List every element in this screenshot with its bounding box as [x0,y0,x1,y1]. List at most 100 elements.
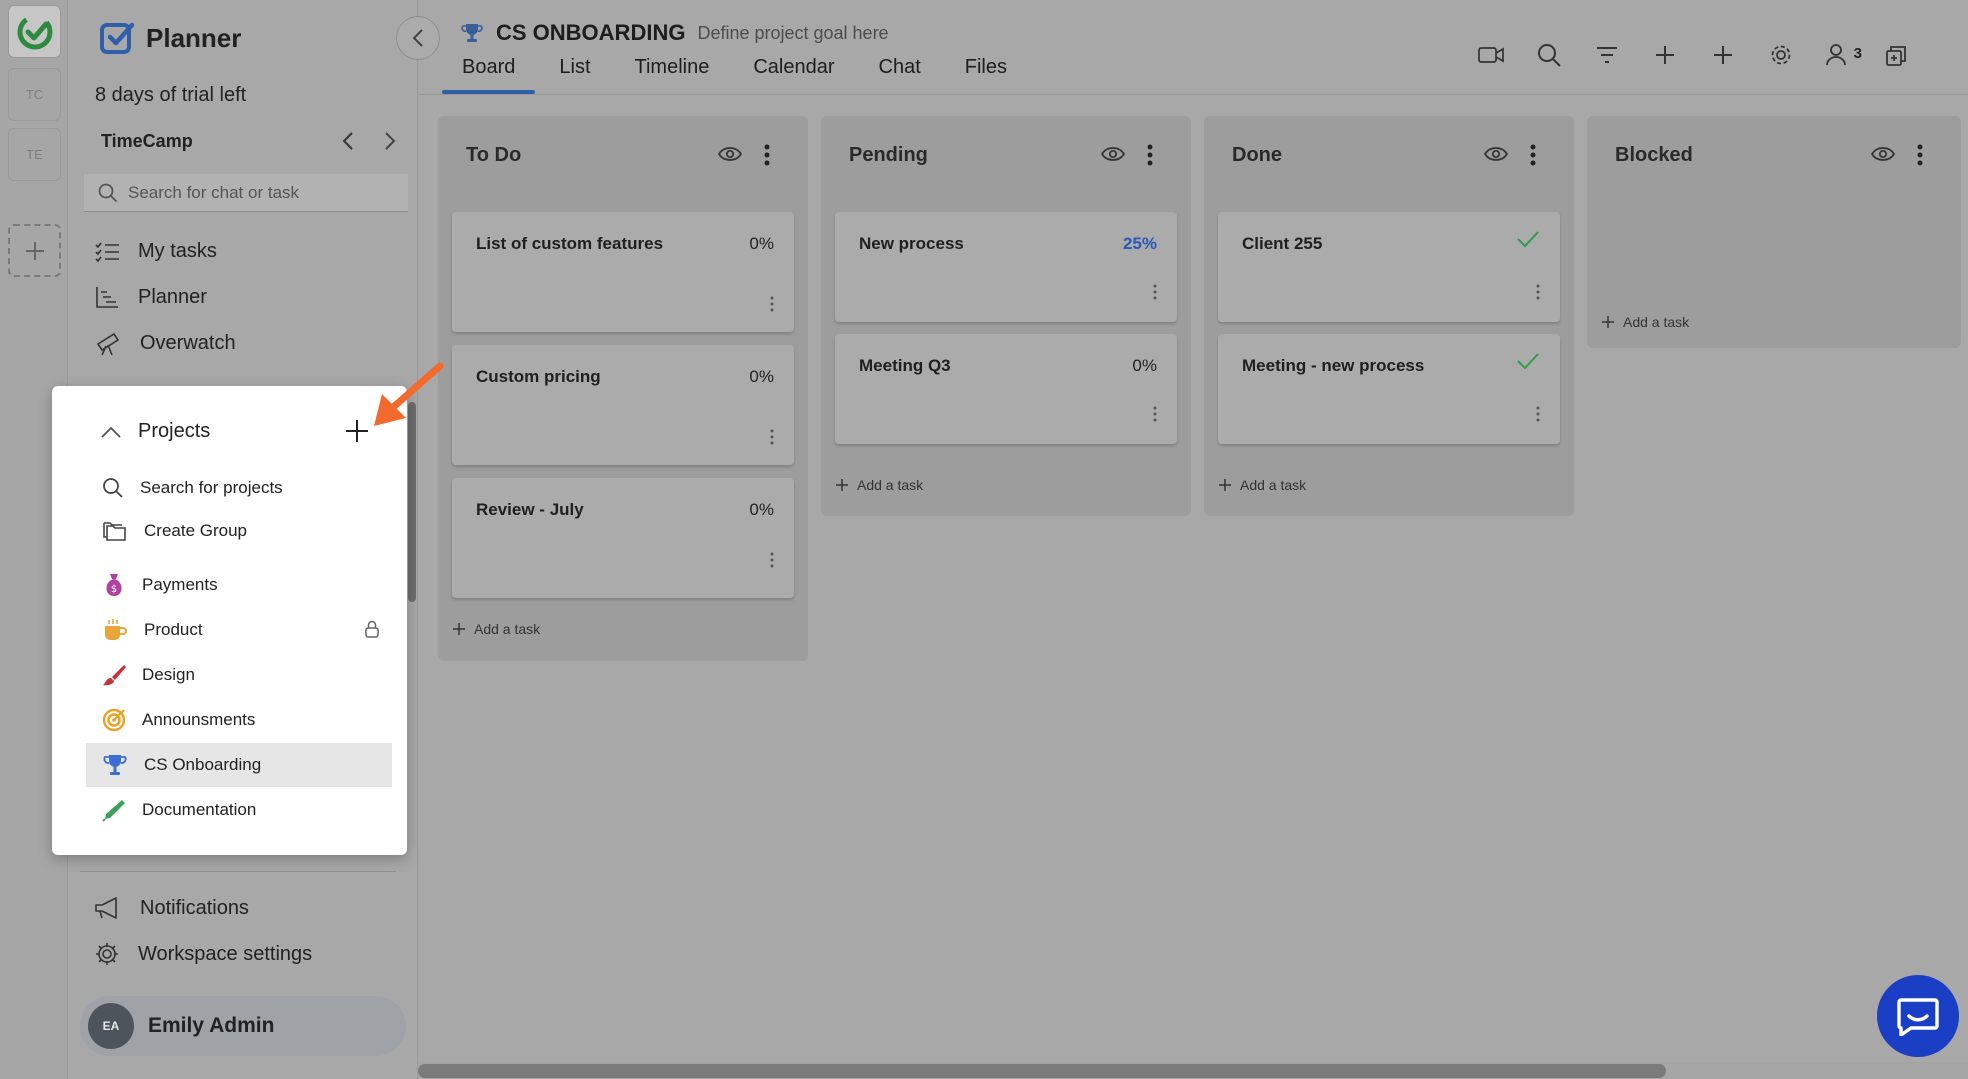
column-visibility-button[interactable] [1871,146,1895,162]
create-group-button[interactable]: Create Group [86,509,392,553]
nav-label: My tasks [138,240,217,262]
nav-item-overwatch[interactable]: Overwatch [94,330,236,356]
gear-icon [96,943,118,965]
coffee-icon [105,619,127,640]
plus-icon [1219,479,1231,491]
brand[interactable]: Planner [100,20,241,56]
column-visibility-button[interactable] [718,146,742,162]
project-item-cs-onboarding[interactable]: CS Onboarding [86,743,392,787]
add-task-button[interactable]: Add a task [1601,314,1689,330]
add-project-button[interactable] [344,418,370,444]
avatar: EA [88,1003,134,1049]
project-item-product[interactable]: Product [86,608,392,652]
task-card[interactable]: Meeting - new process [1218,334,1560,444]
column-menu-button[interactable] [1917,144,1923,166]
task-card[interactable]: New process 25% [835,212,1177,322]
sidebar-scrollbar[interactable] [408,402,416,602]
project-settings-button[interactable] [1766,40,1796,70]
task-card[interactable]: Review - July 0% [452,478,794,598]
search-projects-button[interactable]: Search for projects [86,466,392,510]
project-name: Announsments [142,710,256,729]
nav-item-planner[interactable]: Planner [94,285,207,309]
nav-label: Notifications [140,896,249,919]
add-task-button[interactable]: Add a task [1218,477,1306,493]
board-column-done: Done Client 255 Meeting - new process Ad… [1204,116,1574,516]
task-title: List of custom features [476,234,664,253]
task-card[interactable]: Meeting Q3 0% [835,334,1177,444]
tab-list[interactable]: List [557,56,592,94]
board-horizontal-scrollbar[interactable] [418,1064,1666,1078]
plus-icon [25,241,44,260]
task-title: New process [859,234,964,253]
project-item-payments[interactable]: $ Payments [86,563,392,607]
chat-bubble-icon [1897,998,1939,1036]
workspace-tile-tc[interactable]: TC [8,68,61,121]
trophy-icon [461,24,483,42]
column-menu-button[interactable] [1530,144,1536,166]
project-header: CS ONBOARDING Define project goal here B… [418,0,1968,95]
project-goal[interactable]: Define project goal here [697,23,888,44]
task-menu-button[interactable] [1536,284,1540,300]
tab-timeline[interactable]: Timeline [633,56,712,94]
task-card[interactable]: Client 255 [1218,212,1560,322]
tab-chat[interactable]: Chat [877,56,923,94]
project-name: Design [142,665,195,684]
task-menu-button[interactable] [1153,406,1157,422]
search-button[interactable] [1534,40,1564,70]
task-menu-button[interactable] [770,296,774,312]
workspace-prev-button[interactable] [342,131,354,151]
nav-item-notifications[interactable]: Notifications [94,896,249,920]
lock-icon [364,620,380,638]
trial-notice[interactable]: 8 days of trial left [95,84,246,107]
column-visibility-button[interactable] [1484,146,1508,162]
task-card[interactable]: Custom pricing 0% [452,345,794,465]
add-task-button[interactable]: Add a task [452,621,540,637]
app-logo[interactable] [8,5,61,58]
column-title[interactable]: Pending [849,144,928,167]
search-projects-label: Search for projects [140,478,283,497]
workspace-tile-te[interactable]: TE [8,128,61,181]
project-item-design[interactable]: Design [86,653,392,697]
tab-board[interactable]: Board [441,56,536,94]
checklist-icon [95,242,119,262]
tab-files[interactable]: Files [963,56,1009,94]
column-menu-button[interactable] [1147,144,1153,166]
projects-header-toggle[interactable]: Projects [100,420,210,443]
members-count: 3 [1853,45,1862,62]
add-column-button[interactable] [1708,40,1738,70]
trophy-icon [103,755,127,775]
task-menu-button[interactable] [770,552,774,568]
task-card[interactable]: List of custom features 0% [452,212,794,332]
add-button[interactable] [1650,40,1680,70]
eye-icon [1101,147,1125,161]
column-menu-button[interactable] [764,144,770,166]
members-button[interactable]: 3 [1824,40,1862,70]
video-call-button[interactable] [1476,40,1506,70]
task-title: Custom pricing [476,367,601,386]
column-title[interactable]: Done [1232,144,1282,167]
column-visibility-button[interactable] [1101,146,1125,162]
nav-item-my-tasks[interactable]: My tasks [94,240,217,263]
members-icon [1826,44,1846,66]
column-title[interactable]: Blocked [1615,144,1693,167]
task-menu-button[interactable] [770,429,774,445]
apps-button[interactable] [1882,40,1912,70]
chat-support-button[interactable] [1877,975,1959,1057]
project-item-documentation[interactable]: Documentation [86,788,392,832]
column-title[interactable]: To Do [466,144,521,167]
nav-item-workspace-settings[interactable]: Workspace settings [94,941,312,967]
task-title: Meeting Q3 [859,356,951,375]
filter-button[interactable] [1592,40,1622,70]
workspace-next-button[interactable] [384,131,396,151]
tab-calendar[interactable]: Calendar [751,56,836,94]
add-workspace-button[interactable] [8,224,61,277]
task-menu-button[interactable] [1536,406,1540,422]
target-icon [102,708,126,732]
add-task-button[interactable]: Add a task [835,477,923,493]
project-item-announsments[interactable]: Announsments [86,698,392,742]
project-title[interactable]: CS ONBOARDING [496,20,685,46]
chevron-right-icon [385,132,396,150]
sidebar-search-input[interactable] [128,182,388,203]
task-menu-button[interactable] [1153,284,1157,300]
user-profile-chip[interactable]: EA Emily Admin [80,996,406,1056]
